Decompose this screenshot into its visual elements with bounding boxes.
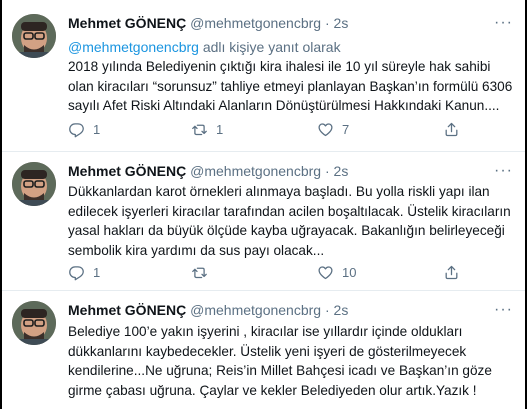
- share-button[interactable]: [443, 264, 460, 281]
- reply-count: 1: [93, 122, 101, 137]
- retweet-icon: [192, 124, 207, 136]
- reply-button[interactable]: 1: [68, 264, 100, 281]
- retweet-button[interactable]: 1: [191, 121, 223, 138]
- tweet-2[interactable]: Mehmet GÖNENÇ @mehmetgonencbrg · 2s ··· …: [2, 152, 525, 290]
- avatar[interactable]: [12, 14, 56, 58]
- share-icon: [445, 122, 458, 137]
- more-icon[interactable]: ···: [494, 163, 513, 179]
- author-name[interactable]: Mehmet GÖNENÇ: [68, 163, 186, 179]
- tweet-time[interactable]: 2s: [334, 15, 349, 31]
- separator: ·: [324, 302, 330, 318]
- share-button[interactable]: [443, 121, 460, 138]
- retweet-button[interactable]: [191, 264, 216, 281]
- more-icon[interactable]: ···: [494, 302, 513, 318]
- share-icon: [445, 265, 458, 280]
- reply-mention[interactable]: @mehmetgonencbrg: [68, 39, 199, 55]
- tweet-text: Dükkanlardan karot örnekleri alınmaya ba…: [68, 184, 511, 258]
- like-button[interactable]: 10: [317, 264, 356, 281]
- retweet-icon: [192, 267, 207, 279]
- reply-button[interactable]: 1: [68, 121, 100, 138]
- tweet-header: Mehmet GÖNENÇ @mehmetgonencbrg · 2s: [68, 14, 348, 32]
- reply-icon: [69, 266, 84, 281]
- author-name[interactable]: Mehmet GÖNENÇ: [68, 15, 186, 31]
- reply-icon: [69, 123, 84, 138]
- avatar[interactable]: [12, 162, 56, 206]
- tweet-thread: Mehmet GÖNENÇ @mehmetgonencbrg · 2s ··· …: [2, 0, 525, 409]
- tweet-time[interactable]: 2s: [334, 302, 349, 318]
- tweet-3[interactable]: Mehmet GÖNENÇ @mehmetgonencbrg · 2s ··· …: [2, 291, 525, 409]
- author-handle[interactable]: @mehmetgonencbrg: [190, 302, 321, 318]
- author-handle[interactable]: @mehmetgonencbrg: [190, 15, 321, 31]
- tweet-actions: 1 10: [68, 264, 508, 284]
- separator: ·: [324, 163, 330, 179]
- tweet-1[interactable]: Mehmet GÖNENÇ @mehmetgonencbrg · 2s ··· …: [2, 0, 525, 151]
- tweet-time[interactable]: 2s: [334, 163, 349, 179]
- reply-count: 1: [93, 265, 101, 280]
- author-name[interactable]: Mehmet GÖNENÇ: [68, 302, 186, 318]
- reply-suffix: adlı kişiye yanıt olarak: [198, 39, 341, 55]
- more-icon[interactable]: ···: [494, 15, 513, 31]
- retweet-count: 1: [216, 122, 224, 137]
- author-handle[interactable]: @mehmetgonencbrg: [190, 163, 321, 179]
- like-count: 7: [342, 122, 350, 137]
- tweet-text: 2018 yılında Belediyenin çıktığı kira ih…: [68, 59, 513, 113]
- separator: ·: [324, 15, 330, 31]
- like-icon: [318, 266, 333, 280]
- reply-to-line: @mehmetgonencbrg adlı kişiye yanıt olara…: [68, 38, 341, 56]
- tweet-actions: 1 1 7: [68, 121, 508, 141]
- like-icon: [318, 123, 333, 137]
- tweet-header: Mehmet GÖNENÇ @mehmetgonencbrg · 2s: [68, 162, 348, 180]
- tweet-header: Mehmet GÖNENÇ @mehmetgonencbrg · 2s: [68, 301, 348, 319]
- tweet-text: Belediye 100’e yakın işyerini , kiracıla…: [68, 324, 492, 398]
- like-count: 10: [342, 265, 357, 280]
- avatar[interactable]: [12, 301, 56, 345]
- like-button[interactable]: 7: [317, 121, 349, 138]
